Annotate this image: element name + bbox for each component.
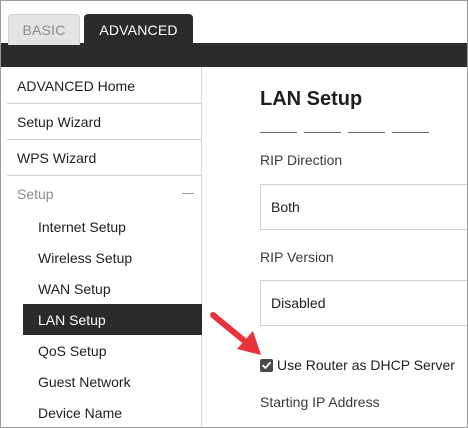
sidebar-item-advanced-home[interactable]: ADVANCED Home (7, 68, 202, 104)
tab-advanced[interactable]: ADVANCED (84, 14, 193, 45)
ip-octet-field-1[interactable] (260, 132, 297, 133)
sidebar-item-setup-wizard[interactable]: Setup Wizard (7, 104, 202, 140)
main-content: LAN Setup RIP Direction Both RIP Version… (203, 67, 467, 427)
dhcp-server-label: Use Router as DHCP Server (277, 357, 455, 373)
sidebar-item-device-name[interactable]: Device Name (23, 397, 202, 427)
sidebar-item-label: ADVANCED Home (17, 77, 135, 94)
tab-basic[interactable]: BASIC (8, 14, 80, 45)
sidebar-item-lan-setup[interactable]: LAN Setup (23, 304, 202, 335)
rip-direction-value: Both (271, 199, 300, 215)
tab-strip (1, 43, 467, 67)
sidebar-item-label: Setup Wizard (17, 113, 102, 130)
ip-octet-field-3[interactable] (348, 132, 385, 133)
sidebar-section-label: Setup (17, 186, 54, 202)
sidebar-item-label: QoS Setup (38, 342, 107, 359)
sidebar-item-wan-setup[interactable]: WAN Setup (23, 273, 202, 304)
sidebar-item-label: Guest Network (38, 373, 131, 390)
sidebar-item-label: WAN Setup (38, 280, 111, 297)
ip-octet-field-2[interactable] (304, 132, 341, 133)
router-admin-window: BASIC ADVANCED ADVANCED Home Setup Wizar… (0, 0, 468, 428)
sidebar-item-guest-network[interactable]: Guest Network (23, 366, 202, 397)
starting-ip-label: Starting IP Address (260, 394, 380, 410)
minus-icon[interactable] (182, 193, 194, 194)
red-arrow-icon (210, 312, 261, 355)
dhcp-server-row[interactable]: Use Router as DHCP Server (260, 357, 455, 373)
sidebar-section-setup[interactable]: Setup (7, 176, 202, 212)
sidebar-item-qos-setup[interactable]: QoS Setup (23, 335, 202, 366)
rip-direction-select[interactable]: Both (260, 184, 467, 230)
sidebar-item-wireless-setup[interactable]: Wireless Setup (23, 242, 202, 273)
sidebar-item-label: Internet Setup (38, 218, 126, 235)
sidebar-item-wps-wizard[interactable]: WPS Wizard (7, 140, 202, 176)
rip-version-label: RIP Version (260, 249, 334, 265)
page-title: LAN Setup (260, 88, 363, 110)
sidebar: ADVANCED Home Setup Wizard WPS Wizard Se… (1, 67, 202, 427)
rip-version-select[interactable]: Disabled (260, 280, 467, 326)
sidebar-item-label: Wireless Setup (38, 249, 133, 266)
top-tab-bar: BASIC ADVANCED (1, 1, 467, 67)
sidebar-item-label: WPS Wizard (17, 149, 97, 166)
checkmark-icon (262, 361, 271, 369)
rip-version-value: Disabled (271, 295, 326, 311)
sidebar-item-internet-setup[interactable]: Internet Setup (23, 211, 202, 242)
rip-direction-label: RIP Direction (260, 152, 343, 168)
sidebar-item-label: LAN Setup (38, 311, 106, 328)
ip-octet-field-4[interactable] (392, 132, 429, 133)
sidebar-item-label: Device Name (38, 404, 123, 421)
